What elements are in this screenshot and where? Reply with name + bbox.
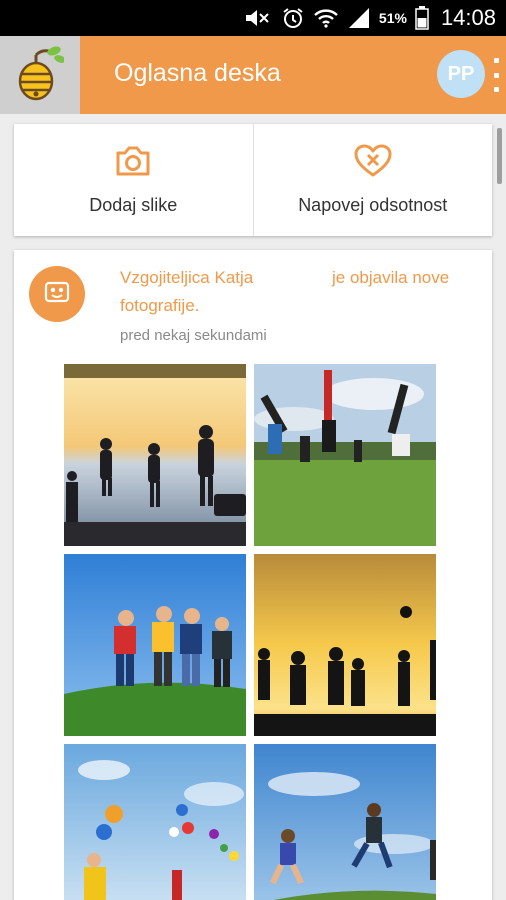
scrollbar[interactable] [497,128,502,184]
beehive-icon [16,45,66,106]
photo-thumbnail[interactable] [254,364,436,546]
photo-thumbnail[interactable] [64,364,246,546]
wifi-icon [313,7,339,29]
alarm-icon [281,6,305,30]
actions-card: Dodaj slike Napovej odsotnost [14,124,492,236]
add-photos-button[interactable]: Dodaj slike [14,124,253,236]
post-action-text: je objavila nove [332,268,450,287]
clock: 14:08 [440,5,496,30]
heart-x-icon [354,144,392,195]
user-avatar[interactable]: PP [437,50,485,98]
photo-thumbnail[interactable] [254,744,436,900]
report-absence-button[interactable]: Napovej odsotnost [252,124,493,236]
overflow-menu-icon[interactable] [492,58,500,92]
report-absence-label: Napovej odsotnost [298,195,448,215]
camera-icon [114,144,152,195]
app-bar: Oglasna deska PP [0,36,506,114]
post-author[interactable]: Vzgojiteljica Katja [120,268,253,288]
battery-percent: 51% [378,10,407,26]
app-title: Oglasna deska [114,59,281,87]
photo-thumbnail[interactable] [64,554,246,736]
add-photos-label: Dodaj slike [89,195,178,215]
photo-thumbnail[interactable] [254,554,436,736]
app-logo[interactable] [0,36,80,114]
post-time: pred nekaj sekundami [120,327,267,344]
post-action-text-continued: fotografije. [120,296,200,315]
post-card: Vzgojiteljica Katja je objavila nove fot… [14,250,492,900]
battery-icon [415,6,429,30]
photo-thumbnail[interactable] [64,744,246,900]
status-bar: 51% 14:08 [0,0,506,36]
post-avatar [29,266,85,322]
mute-icon [243,7,273,29]
photo-icon [44,280,70,309]
signal-icon [347,7,371,29]
